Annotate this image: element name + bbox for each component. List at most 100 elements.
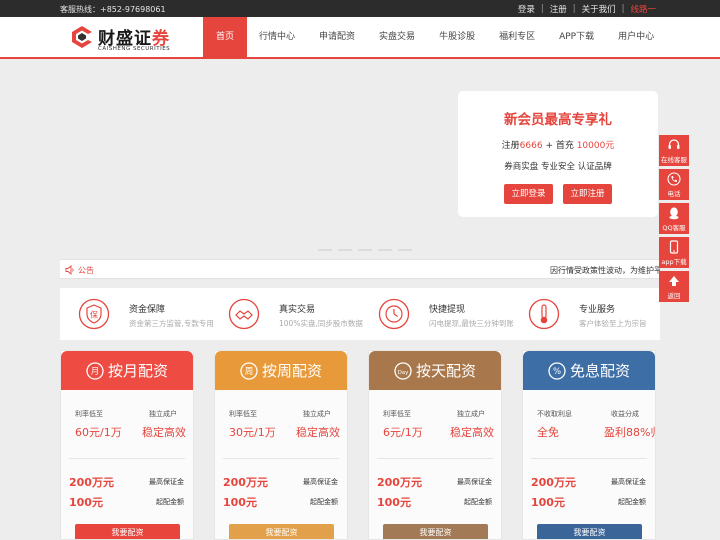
qq-icon: [669, 207, 679, 220]
promo-login-button[interactable]: 立即登录: [504, 184, 553, 204]
slider-dot[interactable]: [318, 249, 332, 251]
promo-title: 新会员最高专享礼: [504, 112, 612, 128]
nav-apply[interactable]: 申请配资: [307, 17, 367, 57]
notice-text[interactable]: 因行情受政策性波动，为维护平台: [550, 265, 660, 276]
plan-feature: 稳定高效: [296, 426, 340, 439]
register-link[interactable]: 注册: [550, 3, 567, 15]
plan-card: 月按月配资 利率低至 独立成户 60元/1万 稳定高效 200万元 最高保证金 100元 起配金…: [60, 350, 194, 540]
slider-dot[interactable]: [358, 249, 372, 251]
plan-card: 周按周配资 利率低至 独立成户 30元/1万 稳定高效 200万元 最高保证金 100元 起配金…: [214, 350, 348, 540]
day-calendar-icon: Day: [394, 361, 412, 380]
handshake-icon: [228, 298, 260, 330]
nav-home[interactable]: 首页: [203, 17, 248, 57]
back-to-top-icon: [669, 276, 679, 286]
divider: [377, 458, 493, 459]
plan-min-amount: 100元: [69, 496, 103, 509]
feature-item: 专业服务 客户体验至上为宗旨: [510, 288, 660, 340]
side-float-bar: 在线客服 电话 QQ客服 app下载 返回: [659, 135, 689, 305]
svg-text:Day: Day: [398, 370, 410, 376]
phone-icon: [667, 172, 681, 186]
site-logo[interactable]: 财盛证券 CAISHENG SECURITIES: [70, 24, 170, 54]
notice-bar: 公告 因行情受政策性波动，为维护平台: [60, 259, 660, 279]
plan-min-label: 起配金额: [464, 498, 492, 506]
promo-card: 新会员最高专享礼 注册6666 + 首充 10000元 券商实盘 专业安全 认证…: [458, 91, 658, 217]
promo-register-button[interactable]: 立即注册: [563, 184, 612, 204]
plan-body: 利率低至 独立成户 30元/1万 稳定高效 200万元 最高保证金 100元 起配金额: [215, 390, 347, 539]
divider: [69, 458, 185, 459]
feature-title: 专业服务: [579, 305, 616, 315]
plan-title: 按月配资: [107, 362, 168, 380]
plan-max-label: 最高保证金: [303, 478, 338, 486]
svg-text:%: %: [553, 367, 561, 377]
header: 财盛证券 CAISHENG SECURITIES 首页 行情中心 申请配资 实盘…: [0, 17, 720, 59]
back-to-top-button[interactable]: 返回: [659, 271, 689, 302]
plan-max-amount: 200万元: [377, 476, 422, 489]
nav-user-center[interactable]: 用户中心: [606, 17, 666, 57]
apply-button[interactable]: 我要配资: [537, 524, 642, 539]
about-link[interactable]: 关于我们: [582, 3, 616, 15]
plan-label: 利率低至: [229, 410, 257, 418]
separator: |: [572, 4, 576, 14]
separator: |: [540, 4, 544, 14]
clock-icon: [378, 298, 410, 330]
plan-card: Day 按天配资 利率低至 独立成户 6元/1万 稳定高效 200万元 最高保证金 100元 起配…: [368, 350, 502, 540]
feature-item: 快捷提现 闪电提现,最快三分钟到账: [360, 288, 514, 340]
plan-header: % 免息配资: [523, 351, 655, 390]
login-link[interactable]: 登录: [518, 3, 535, 15]
feature-item: 保 资金保障 资金第三方监管,专款专用: [60, 288, 214, 340]
feature-subtitle: 闪电提现,最快三分钟到账: [429, 319, 514, 328]
plan-card: % 免息配资不收取利息 收益分成全免 盈利88%归您 200万元 最高保证金 100元 起配金…: [522, 350, 656, 540]
nav-diagnosis[interactable]: 牛股诊股: [427, 17, 487, 57]
speaker-icon: [65, 265, 74, 275]
online-service-button[interactable]: 在线客服: [659, 135, 689, 166]
plan-feature: 稳定高效: [142, 426, 186, 439]
plan-max-label: 最高保证金: [149, 478, 184, 486]
shield-icon: 保: [78, 298, 110, 330]
plan-min-amount: 100元: [223, 496, 257, 509]
logo-name-en: CAISHENG SECURITIES: [98, 46, 171, 52]
line-switch-link[interactable]: 线路一: [630, 3, 656, 15]
hotline-text: 客服热线：+852-97698061: [60, 5, 166, 14]
apply-button[interactable]: 我要配资: [75, 524, 180, 539]
app-download-button[interactable]: app下载: [659, 237, 689, 268]
slider-dot[interactable]: [378, 249, 392, 251]
qq-service-button[interactable]: QQ客服: [659, 203, 689, 234]
feature-subtitle: 100%实盘,同步股市数据: [279, 319, 363, 328]
percent-icon: %: [548, 361, 566, 380]
nav-trading[interactable]: 实盘交易: [367, 17, 427, 57]
svg-text:周: 周: [245, 367, 254, 377]
feature-subtitle: 客户体验至上为宗旨: [579, 319, 647, 328]
slider-dots[interactable]: [318, 249, 412, 251]
plan-header: Day 按天配资: [369, 351, 501, 390]
feature-title: 快捷提现: [429, 305, 466, 315]
plan-min-amount: 100元: [377, 496, 411, 509]
main-nav: 首页 行情中心 申请配资 实盘交易 牛股诊股 福利专区 APP下载 用户中心: [203, 17, 666, 57]
plan-feature: 稳定高效: [450, 426, 494, 439]
app-icon: [669, 240, 679, 254]
plan-label: 利率低至: [383, 410, 411, 418]
nav-app[interactable]: APP下载: [547, 17, 606, 57]
plan-label: 独立成户: [457, 410, 485, 418]
apply-button[interactable]: 我要配资: [229, 524, 334, 539]
promo-offer: 注册6666 + 首充 10000元: [501, 141, 615, 151]
plan-rate: 6元/1万: [383, 426, 423, 439]
week-icon: 周: [240, 361, 258, 380]
svg-text:月: 月: [91, 367, 100, 377]
headset-icon: [668, 139, 680, 149]
plan-title: 按天配资: [415, 362, 476, 380]
apply-button[interactable]: 我要配资: [383, 524, 488, 539]
slider-dot[interactable]: [338, 249, 352, 251]
top-links: 登录 | 注册 | 关于我们 | 线路一: [518, 3, 656, 15]
phone-button[interactable]: 电话: [659, 169, 689, 200]
divider: [531, 458, 647, 459]
separator: |: [621, 4, 625, 14]
slider-dot[interactable]: [398, 249, 412, 251]
nav-welfare[interactable]: 福利专区: [487, 17, 547, 57]
plan-rate: 60元/1万: [75, 426, 122, 439]
plan-label: 独立成户: [303, 410, 331, 418]
notice-label: 公告: [78, 266, 94, 275]
plan-label: 不收取利息: [537, 410, 572, 418]
plan-max-label: 最高保证金: [611, 478, 646, 486]
plan-rate: 全免: [537, 426, 559, 439]
nav-market[interactable]: 行情中心: [247, 17, 307, 57]
